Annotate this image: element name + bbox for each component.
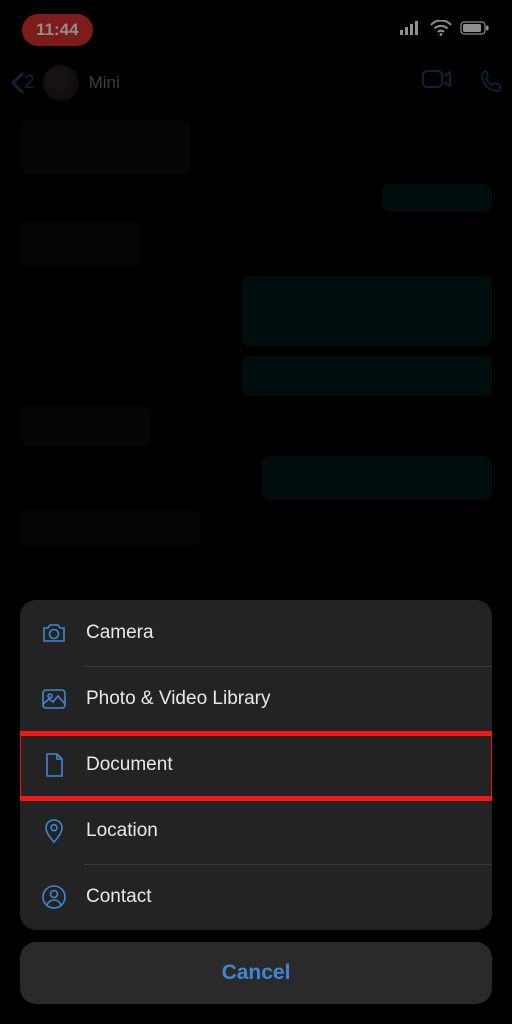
sheet-item-label: Document	[86, 754, 173, 776]
sheet-item-label: Location	[86, 820, 158, 842]
contact-icon	[38, 881, 70, 913]
sheet-item-contact[interactable]: Contact	[20, 864, 492, 930]
photo-library-icon	[38, 683, 70, 715]
attachment-sheet: Camera Photo & Video Library Document Lo…	[20, 600, 492, 1004]
sheet-item-photo-video[interactable]: Photo & Video Library	[20, 666, 492, 732]
cancel-label: Cancel	[222, 961, 291, 985]
sheet-item-camera[interactable]: Camera	[20, 600, 492, 666]
sheet-item-label: Contact	[86, 886, 151, 908]
location-icon	[38, 815, 70, 847]
attachment-panel: Camera Photo & Video Library Document Lo…	[20, 600, 492, 930]
camera-icon	[38, 617, 70, 649]
cancel-button[interactable]: Cancel	[20, 942, 492, 1004]
sheet-item-location[interactable]: Location	[20, 798, 492, 864]
document-icon	[38, 749, 70, 781]
sheet-item-label: Photo & Video Library	[86, 688, 271, 710]
sheet-item-document[interactable]: Document	[20, 732, 492, 798]
sheet-item-label: Camera	[86, 622, 154, 644]
